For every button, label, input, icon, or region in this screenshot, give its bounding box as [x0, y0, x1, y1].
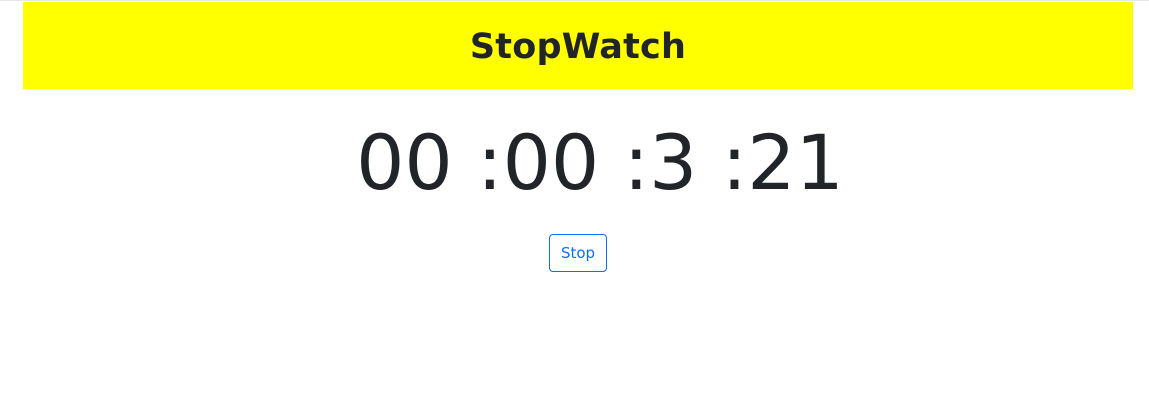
- stop-button[interactable]: Stop: [548, 234, 608, 272]
- timer-minutes: :00: [476, 118, 600, 207]
- timer-hours: 00: [356, 118, 453, 207]
- timer-centiseconds: :21: [721, 118, 844, 207]
- stopwatch-display: 00 :00 :3 :21: [0, 118, 1149, 208]
- controls: Stop: [0, 234, 1149, 272]
- page-title: StopWatch: [469, 26, 687, 67]
- app-header: StopWatch: [23, 2, 1133, 89]
- top-border: [0, 0, 1149, 1]
- timer-seconds: :3: [623, 118, 698, 207]
